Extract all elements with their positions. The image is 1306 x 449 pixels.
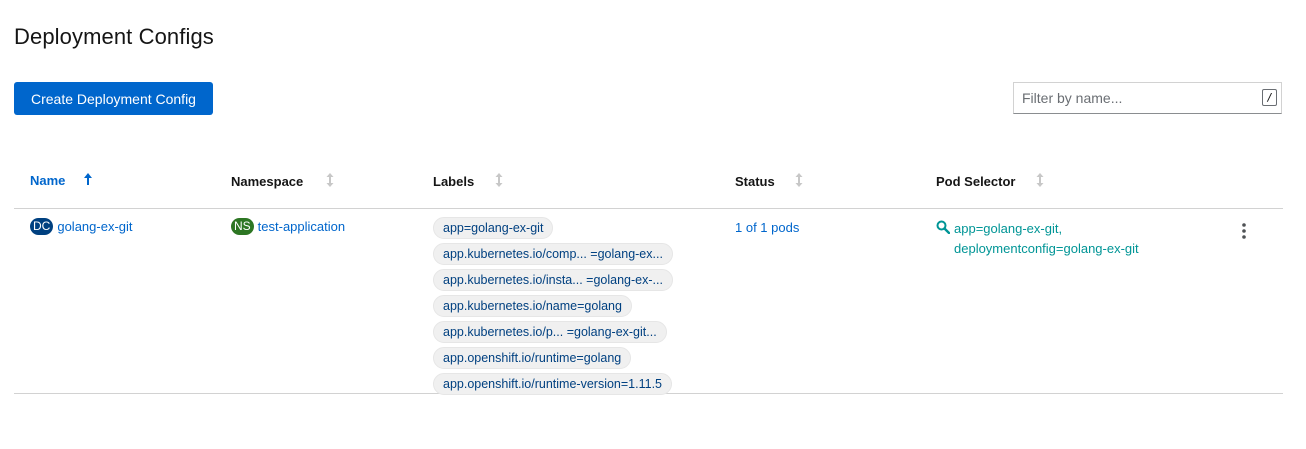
filter-by-name-input[interactable] bbox=[1014, 83, 1254, 113]
namespace-cell: NS test-application bbox=[231, 218, 345, 236]
column-header-label: Labels bbox=[433, 173, 475, 189]
sort-icon bbox=[325, 172, 335, 191]
labels-cell: app=golang-ex-git app.kubernetes.io/comp… bbox=[433, 217, 723, 399]
label-chip[interactable]: app.openshift.io/runtime=golang bbox=[433, 347, 632, 369]
column-header-pod-selector[interactable]: Pod Selector bbox=[936, 173, 1045, 192]
slash-shortcut-hint: / bbox=[1262, 89, 1277, 106]
sort-icon bbox=[494, 172, 504, 191]
label-chip[interactable]: app.kubernetes.io/p... =golang-ex-git... bbox=[433, 321, 667, 343]
pods-status-link[interactable]: 1 of 1 pods bbox=[735, 220, 799, 235]
pod-selector-link[interactable]: app=golang-ex-git, deploymentconfig=gola… bbox=[954, 219, 1194, 259]
label-chip[interactable]: app.openshift.io/runtime-version=1.11.5 bbox=[433, 373, 673, 395]
label-chip[interactable]: app=golang-ex-git bbox=[433, 217, 554, 239]
column-header-label: Namespace bbox=[231, 173, 304, 189]
label-chip[interactable]: app.kubernetes.io/insta... =golang-ex-..… bbox=[433, 269, 673, 291]
label-chip[interactable]: app.kubernetes.io/name=golang bbox=[433, 295, 632, 317]
column-header-status[interactable]: Status bbox=[735, 173, 804, 192]
sort-icon bbox=[794, 172, 804, 191]
column-header-label: Status bbox=[735, 173, 775, 189]
create-deployment-config-button[interactable]: Create Deployment Config bbox=[14, 82, 213, 115]
column-header-labels[interactable]: Labels bbox=[433, 173, 504, 192]
column-header-namespace[interactable]: Namespace bbox=[231, 173, 335, 192]
column-header-label: Name bbox=[30, 173, 66, 188]
namespace-link[interactable]: test-application bbox=[258, 219, 345, 234]
deployment-config-badge: DC bbox=[30, 218, 54, 236]
table-row: DC golang-ex-git NS test-application app=g… bbox=[14, 209, 1283, 395]
sort-icon bbox=[1035, 172, 1045, 191]
kebab-icon[interactable] bbox=[1236, 221, 1252, 241]
filter-box: / bbox=[1013, 82, 1282, 114]
page: Deployment Configs Create Deployment Con… bbox=[0, 0, 1306, 449]
namespace-badge: NS bbox=[231, 218, 254, 236]
status-cell: 1 of 1 pods bbox=[735, 219, 799, 235]
deployment-config-link[interactable]: golang-ex-git bbox=[57, 219, 132, 234]
name-cell: DC golang-ex-git bbox=[30, 218, 133, 236]
arrow-up-icon bbox=[83, 172, 93, 189]
label-chip[interactable]: app.kubernetes.io/comp... =golang-ex... bbox=[433, 243, 673, 265]
column-header-name[interactable]: Name bbox=[30, 173, 93, 190]
table-header: Name Namespace Labels Status Pod Selecto… bbox=[14, 164, 1283, 209]
page-title: Deployment Configs bbox=[14, 24, 214, 49]
search-icon bbox=[936, 220, 951, 239]
column-header-label: Pod Selector bbox=[936, 173, 1016, 189]
